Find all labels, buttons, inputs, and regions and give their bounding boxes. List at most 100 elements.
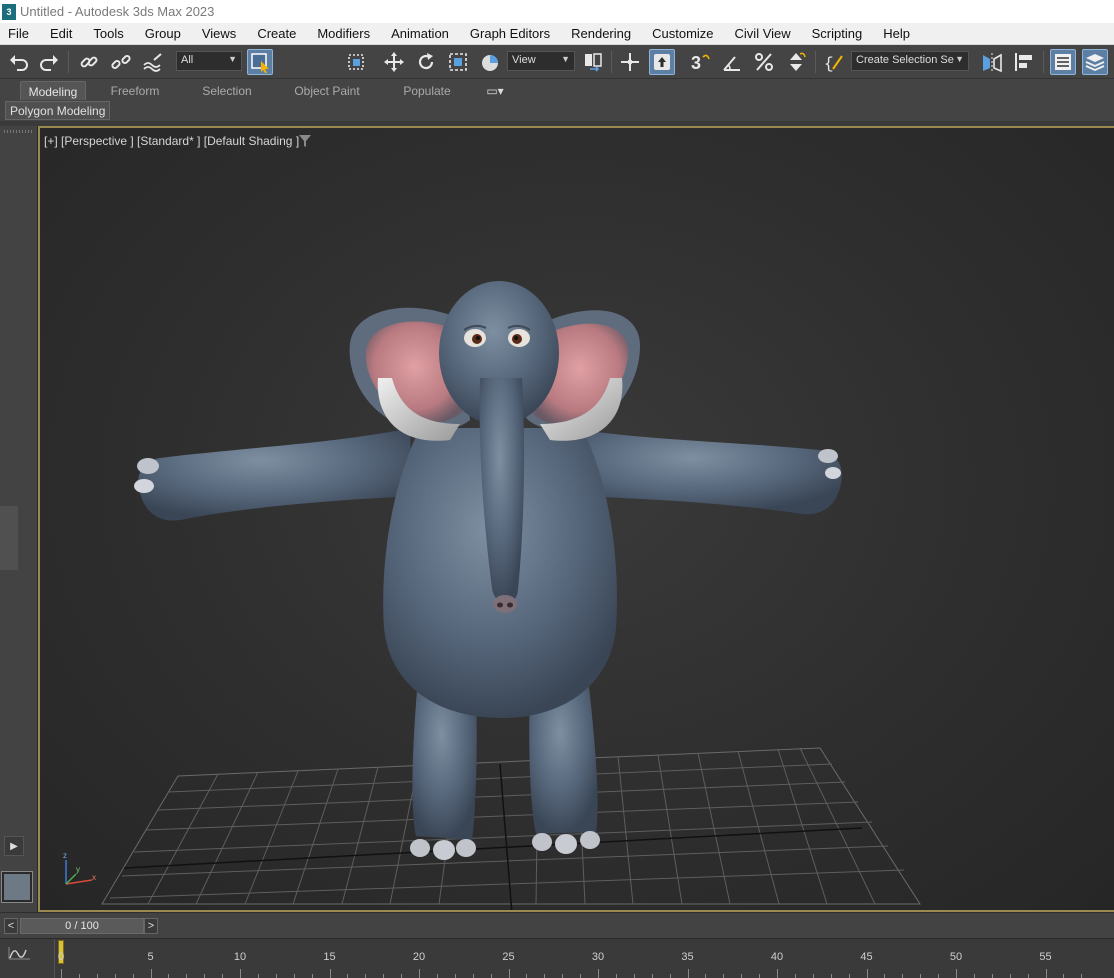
select-object-icon[interactable] [247,49,273,75]
menu-views[interactable]: Views [194,26,249,41]
menu-bar: File Edit Tools Group Views Create Modif… [0,23,1114,45]
tab-freeform[interactable]: Freeform [100,81,170,100]
chevron-down-icon: ▼ [955,54,964,64]
ruler-tick [150,969,152,978]
scale-icon[interactable] [445,49,471,75]
ruler-tick [401,974,403,978]
edit-named-sets-icon[interactable]: { [821,49,847,75]
viewport-scene: z x y [63,281,921,910]
ruler-tick [794,974,796,978]
time-slider[interactable]: 0 / 100 [20,918,144,934]
ruler-tick [1063,974,1065,978]
ruler-tick [186,974,188,978]
spinner-snap-icon[interactable] [783,49,809,75]
ruler-tick-label: 45 [860,951,873,963]
expand-arrow-icon[interactable]: ▶ [4,836,24,856]
ruler-tick-label: 25 [502,951,515,963]
place-icon[interactable] [477,49,503,75]
ruler-tick [830,974,832,978]
link-icon[interactable] [76,49,102,75]
angle-snap-icon[interactable] [719,49,745,75]
ruler-tick-label: 15 [323,951,336,963]
menu-file[interactable]: File [0,26,42,41]
menu-customize[interactable]: Customize [644,26,726,41]
ruler-tick [687,969,689,978]
pivot-icon[interactable] [617,49,643,75]
ribbon-options-icon[interactable]: ▭▾ [482,81,508,100]
menu-scripting[interactable]: Scripting [804,26,876,41]
move-icon[interactable] [381,49,407,75]
percent-snap-icon[interactable] [751,49,777,75]
menu-rendering[interactable]: Rendering [563,26,644,41]
unlink-icon[interactable] [108,49,134,75]
rect-region-icon[interactable] [343,49,369,75]
title-bar: 3 Untitled - Autodesk 3ds Max 2023 [0,0,1114,23]
scene-explorer-icon[interactable] [1050,49,1076,75]
ruler-tick [615,974,617,978]
menu-group[interactable]: Group [137,26,194,41]
named-selection-dropdown[interactable]: Create Selection Se ▼ [851,51,969,71]
redo-icon[interactable] [36,49,62,75]
track-bar: 0 5 10 15 20 25 30 35 40 45 50 55 [0,938,1114,978]
menu-civil-view[interactable]: Civil View [727,26,804,41]
ribbon-tabs: Modeling Freeform Selection Object Paint… [0,79,1114,101]
grid-y-axis-line [499,763,513,910]
next-frame-button[interactable]: > [144,918,158,934]
frame-ruler[interactable]: 0 5 10 15 20 25 30 35 40 45 50 55 [54,939,1114,978]
ruler-tick [938,974,940,978]
viewport-label-menu[interactable]: [+] [Perspective ] [Standard* ] [Default… [44,134,299,148]
ruler-tick [347,974,349,978]
reference-coord-dropdown[interactable]: View ▼ [507,51,575,71]
panel-band [0,506,18,570]
menu-tools[interactable]: Tools [85,26,136,41]
ruler-tick [866,969,868,978]
ruler-tick-label: 0 [57,951,65,963]
snap-icon[interactable]: 3 [687,49,713,75]
rotate-icon[interactable] [413,49,439,75]
bind-spacewarp-icon[interactable] [140,49,166,75]
menu-animation[interactable]: Animation [383,26,462,41]
mirror-tool-icon[interactable] [979,49,1005,75]
ruler-tick [973,974,975,978]
ruler-tick [991,974,993,978]
tab-modeling[interactable]: Modeling [20,81,86,100]
ruler-tick [257,974,259,978]
panel-grip-icon[interactable] [4,130,32,133]
ruler-tick [419,969,420,978]
align-icon[interactable] [1011,49,1037,75]
ruler-tick [436,974,438,978]
ruler-tick [383,974,385,978]
menu-modifiers[interactable]: Modifiers [309,26,383,41]
selection-filter-dropdown[interactable]: All ▼ [176,51,242,71]
ruler-tick [275,974,277,978]
ruler-tick [884,974,886,978]
ruler-tick [526,974,528,978]
menu-create[interactable]: Create [249,26,309,41]
undo-icon[interactable] [6,49,32,75]
ruler-tick [759,974,761,978]
menu-help[interactable]: Help [875,26,923,41]
filter-icon[interactable] [298,134,312,151]
ruler-tick-label: 20 [412,951,426,963]
axis-y-label: y [76,865,80,874]
app-logo-icon: 3 [2,3,16,20]
snap-label: 3 [691,53,701,73]
tab-object-paint[interactable]: Object Paint [292,81,362,100]
chevron-down-icon: ▼ [228,54,237,64]
perspective-viewport[interactable]: z x y [+] [Perspective ] [Standard* ] [D… [38,126,1114,912]
menu-edit[interactable]: Edit [42,26,85,41]
curve-editor-icon[interactable] [6,944,36,962]
ruler-tick [1027,974,1029,978]
viewport-layout-swatch[interactable] [1,871,33,903]
menu-graph-editors[interactable]: Graph Editors [462,26,563,41]
tab-populate[interactable]: Populate [396,81,458,100]
layer-explorer-icon[interactable] [1082,49,1108,75]
ruler-tick [1081,974,1083,978]
tab-selection[interactable]: Selection [192,81,262,100]
mirror-icon[interactable] [580,49,606,75]
ruler-tick [598,969,599,978]
prev-frame-button[interactable]: < [4,918,18,934]
axis-z-label: z [63,851,67,860]
polygon-modeling-button[interactable]: Polygon Modeling [5,101,111,120]
manipulate-icon[interactable] [649,49,675,75]
